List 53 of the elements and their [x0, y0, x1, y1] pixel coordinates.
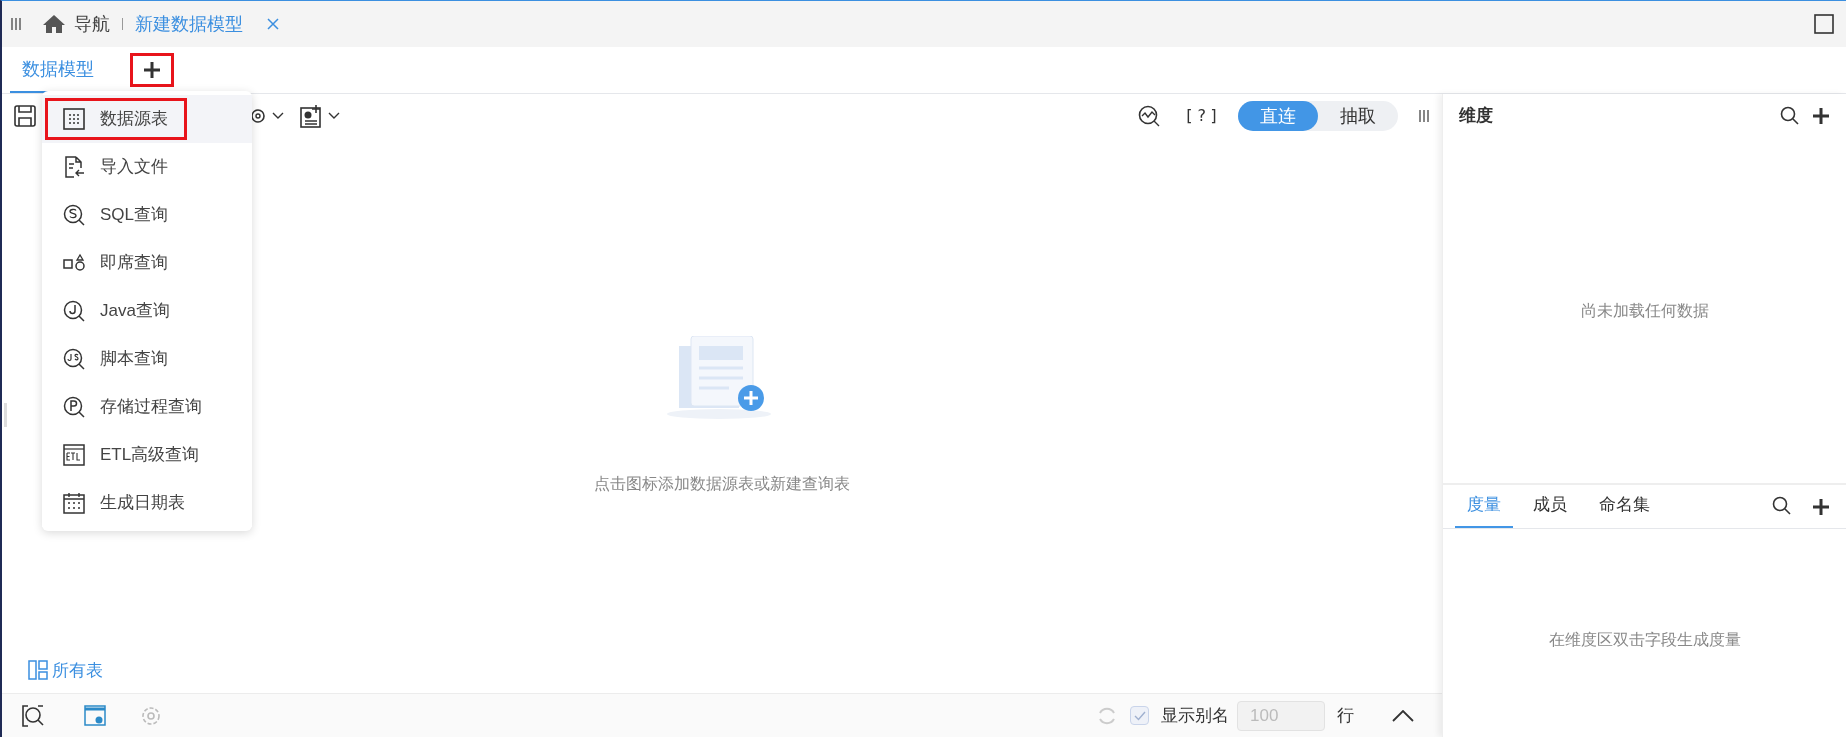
empty-message: 点击图标添加数据源表或新建查询表	[594, 473, 850, 494]
help-button[interactable]: [?]	[1184, 104, 1222, 128]
menu-item[interactable]: ETL高级查询	[42, 431, 252, 479]
menu-item[interactable]: 脚本查询	[42, 335, 252, 383]
file-import-icon	[63, 156, 85, 178]
check-icon	[1133, 710, 1146, 721]
resize-handle[interactable]	[4, 403, 7, 427]
shapes-icon	[63, 252, 85, 274]
add-button[interactable]	[130, 53, 174, 87]
home-icon	[42, 14, 66, 34]
menu-item[interactable]: 数据源表	[42, 95, 252, 143]
script-search-icon	[63, 348, 85, 370]
panel-tab[interactable]: 度量	[1455, 484, 1513, 528]
close-icon[interactable]	[267, 18, 279, 30]
panel-tab[interactable]: 命名集	[1587, 484, 1662, 528]
caret-icon	[272, 112, 284, 120]
mode-option[interactable]: 抽取	[1318, 101, 1398, 131]
chart-add-icon	[300, 104, 324, 128]
menu-item[interactable]: Java查询	[42, 287, 252, 335]
panel-tab[interactable]: 成员	[1521, 484, 1579, 528]
menu-item[interactable]: 存储过程查询	[42, 383, 252, 431]
caret-icon	[328, 112, 340, 120]
calendar-icon	[63, 492, 85, 514]
chart-dropdown[interactable]	[300, 104, 340, 128]
java-search-icon	[63, 300, 85, 322]
panel-title: 维度	[1459, 105, 1494, 128]
panel-toggle-icon[interactable]	[1418, 107, 1430, 125]
save-icon[interactable]	[14, 105, 36, 127]
chart-search-icon[interactable]	[1138, 105, 1161, 127]
procedure-search-icon	[63, 396, 85, 418]
row-unit: 行	[1337, 704, 1354, 727]
plus-icon	[143, 61, 161, 79]
collapse-icon[interactable]	[1392, 709, 1414, 722]
plus-icon[interactable]	[1812, 107, 1830, 125]
menu-item[interactable]: 导入文件	[42, 143, 252, 191]
empty-message: 尚未加载任何数据	[1580, 300, 1709, 321]
nav-tab[interactable]: 导航	[42, 10, 110, 38]
menu-item[interactable]: SQL查询	[42, 191, 252, 239]
empty-message: 在维度区双击字段生成度量	[1548, 630, 1741, 650]
menu-item[interactable]: 即席查询	[42, 239, 252, 287]
maximize-icon[interactable]	[1814, 14, 1834, 34]
search-icon[interactable]	[1772, 496, 1792, 516]
search-box-icon[interactable]	[22, 704, 44, 727]
etl-icon	[63, 444, 85, 466]
alias-label: 显示别名	[1161, 704, 1229, 727]
layout-icon	[28, 660, 48, 681]
sql-search-icon	[63, 204, 85, 226]
menu-item[interactable]: 生成日期表	[42, 479, 252, 527]
menu-icon[interactable]	[10, 15, 22, 33]
table-icon	[63, 108, 85, 130]
plus-icon[interactable]	[1812, 498, 1830, 516]
search-icon[interactable]	[1780, 106, 1800, 126]
mode-toggle[interactable]: 直连 抽取	[1238, 101, 1398, 131]
